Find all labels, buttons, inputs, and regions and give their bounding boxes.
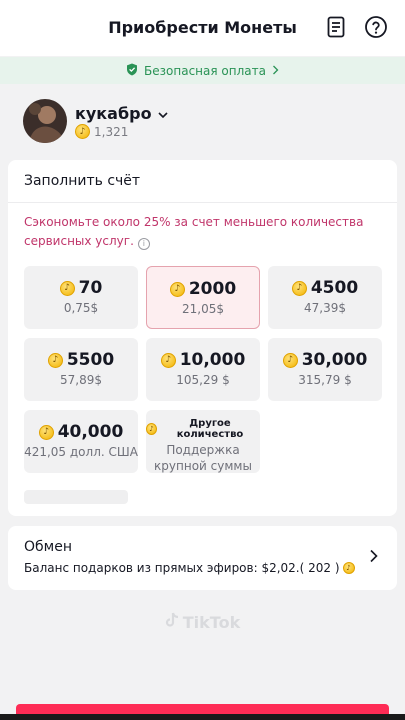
coin-balance: ♪ 1,321 bbox=[75, 124, 128, 139]
watermark-text: TikTok bbox=[182, 612, 241, 632]
coin-icon: ♪ bbox=[291, 280, 307, 296]
coin-icon: ♪ bbox=[342, 562, 355, 574]
coin-icon: ♪ bbox=[169, 281, 185, 297]
package-price: 47,39$ bbox=[304, 301, 346, 315]
username: кукабро bbox=[75, 104, 152, 123]
custom-amount-label: Другое количество bbox=[176, 418, 244, 440]
savings-note: Сэкономьте около 25% за счет меньшего ко… bbox=[24, 213, 364, 251]
custom-amount-desc: Поддержка крупной суммы bbox=[154, 443, 252, 473]
savings-note-text: Сэкономьте около 25% за счет меньшего ко… bbox=[24, 215, 364, 248]
package-price: 421,05 долл. США bbox=[24, 445, 138, 459]
package-coins: 40,000 bbox=[57, 422, 124, 442]
package-coins: 10,000 bbox=[179, 350, 246, 370]
exchange-title: Обмен bbox=[24, 539, 72, 555]
coin-icon: ♪ bbox=[75, 124, 90, 139]
secure-payment-banner[interactable]: Безопасная оплата bbox=[0, 57, 405, 84]
chevron-right-icon bbox=[369, 548, 379, 563]
coin-package[interactable]: ♪ 4500 47,39$ bbox=[268, 266, 382, 329]
coin-package[interactable]: ♪ 5500 57,89$ bbox=[24, 338, 138, 401]
coin-package[interactable]: ♪ 70 0,75$ bbox=[24, 266, 138, 329]
recharge-title: Заполнить счёт bbox=[24, 173, 141, 189]
gift-balance-text: Баланс подарков из прямых эфиров: $2,02.… bbox=[24, 561, 340, 575]
package-price: 57,89$ bbox=[60, 373, 102, 387]
chevron-right-icon bbox=[272, 64, 279, 78]
coin-package-selected[interactable]: ♪ 2000 21,05$ bbox=[146, 266, 260, 329]
avatar[interactable] bbox=[23, 99, 67, 143]
top-bar: Приобрести Монеты bbox=[0, 0, 405, 56]
package-coins: 30,000 bbox=[301, 350, 368, 370]
coin-icon: ♪ bbox=[146, 423, 157, 435]
coin-icon: ♪ bbox=[59, 280, 75, 296]
coin-package[interactable]: ♪ 30,000 315,79 $ bbox=[268, 338, 382, 401]
package-coins: 4500 bbox=[310, 278, 359, 298]
secure-payment-label: Безопасная оплата bbox=[144, 63, 266, 78]
coin-balance-value: 1,321 bbox=[94, 124, 129, 139]
package-coins: 70 bbox=[78, 278, 103, 298]
custom-amount-tile[interactable]: ♪ Другое количество Поддержка крупной сум… bbox=[146, 410, 260, 473]
recharge-card: Заполнить счёт Сэкономьте около 25% за с… bbox=[8, 160, 397, 516]
coin-package[interactable]: ♪ 40,000 421,05 долл. США bbox=[24, 410, 138, 473]
exchange-row[interactable]: Обмен Баланс подарков из прямых эфиров: … bbox=[8, 526, 397, 590]
tiktok-watermark: TikTok bbox=[0, 612, 405, 632]
info-icon[interactable]: i bbox=[137, 238, 150, 250]
system-nav-strip bbox=[0, 714, 405, 720]
exchange-subtitle: Баланс подарков из прямых эфиров: $2,02.… bbox=[24, 561, 355, 575]
coin-icon: ♪ bbox=[47, 352, 63, 368]
account-switcher[interactable]: кукабро bbox=[75, 104, 168, 123]
tiktok-logo-icon bbox=[165, 612, 179, 632]
package-price: 315,79 $ bbox=[298, 373, 352, 387]
chevron-down-icon bbox=[157, 104, 168, 123]
package-coins: 2000 bbox=[188, 279, 237, 299]
document-icon[interactable] bbox=[324, 15, 348, 39]
loading-placeholder bbox=[24, 490, 128, 504]
coin-icon: ♪ bbox=[160, 352, 176, 368]
package-price: 21,05$ bbox=[182, 302, 224, 316]
divider bbox=[8, 202, 397, 203]
package-coins: 5500 bbox=[66, 350, 115, 370]
help-icon[interactable] bbox=[364, 15, 388, 39]
coin-icon: ♪ bbox=[282, 352, 298, 368]
account-row: кукабро ♪ 1,321 bbox=[0, 84, 405, 158]
package-price: 0,75$ bbox=[63, 301, 99, 315]
coin-icon: ♪ bbox=[38, 424, 54, 440]
shield-check-icon bbox=[126, 63, 138, 79]
coin-package[interactable]: ♪ 10,000 105,29 $ bbox=[146, 338, 260, 401]
package-price: 105,29 $ bbox=[176, 373, 230, 387]
